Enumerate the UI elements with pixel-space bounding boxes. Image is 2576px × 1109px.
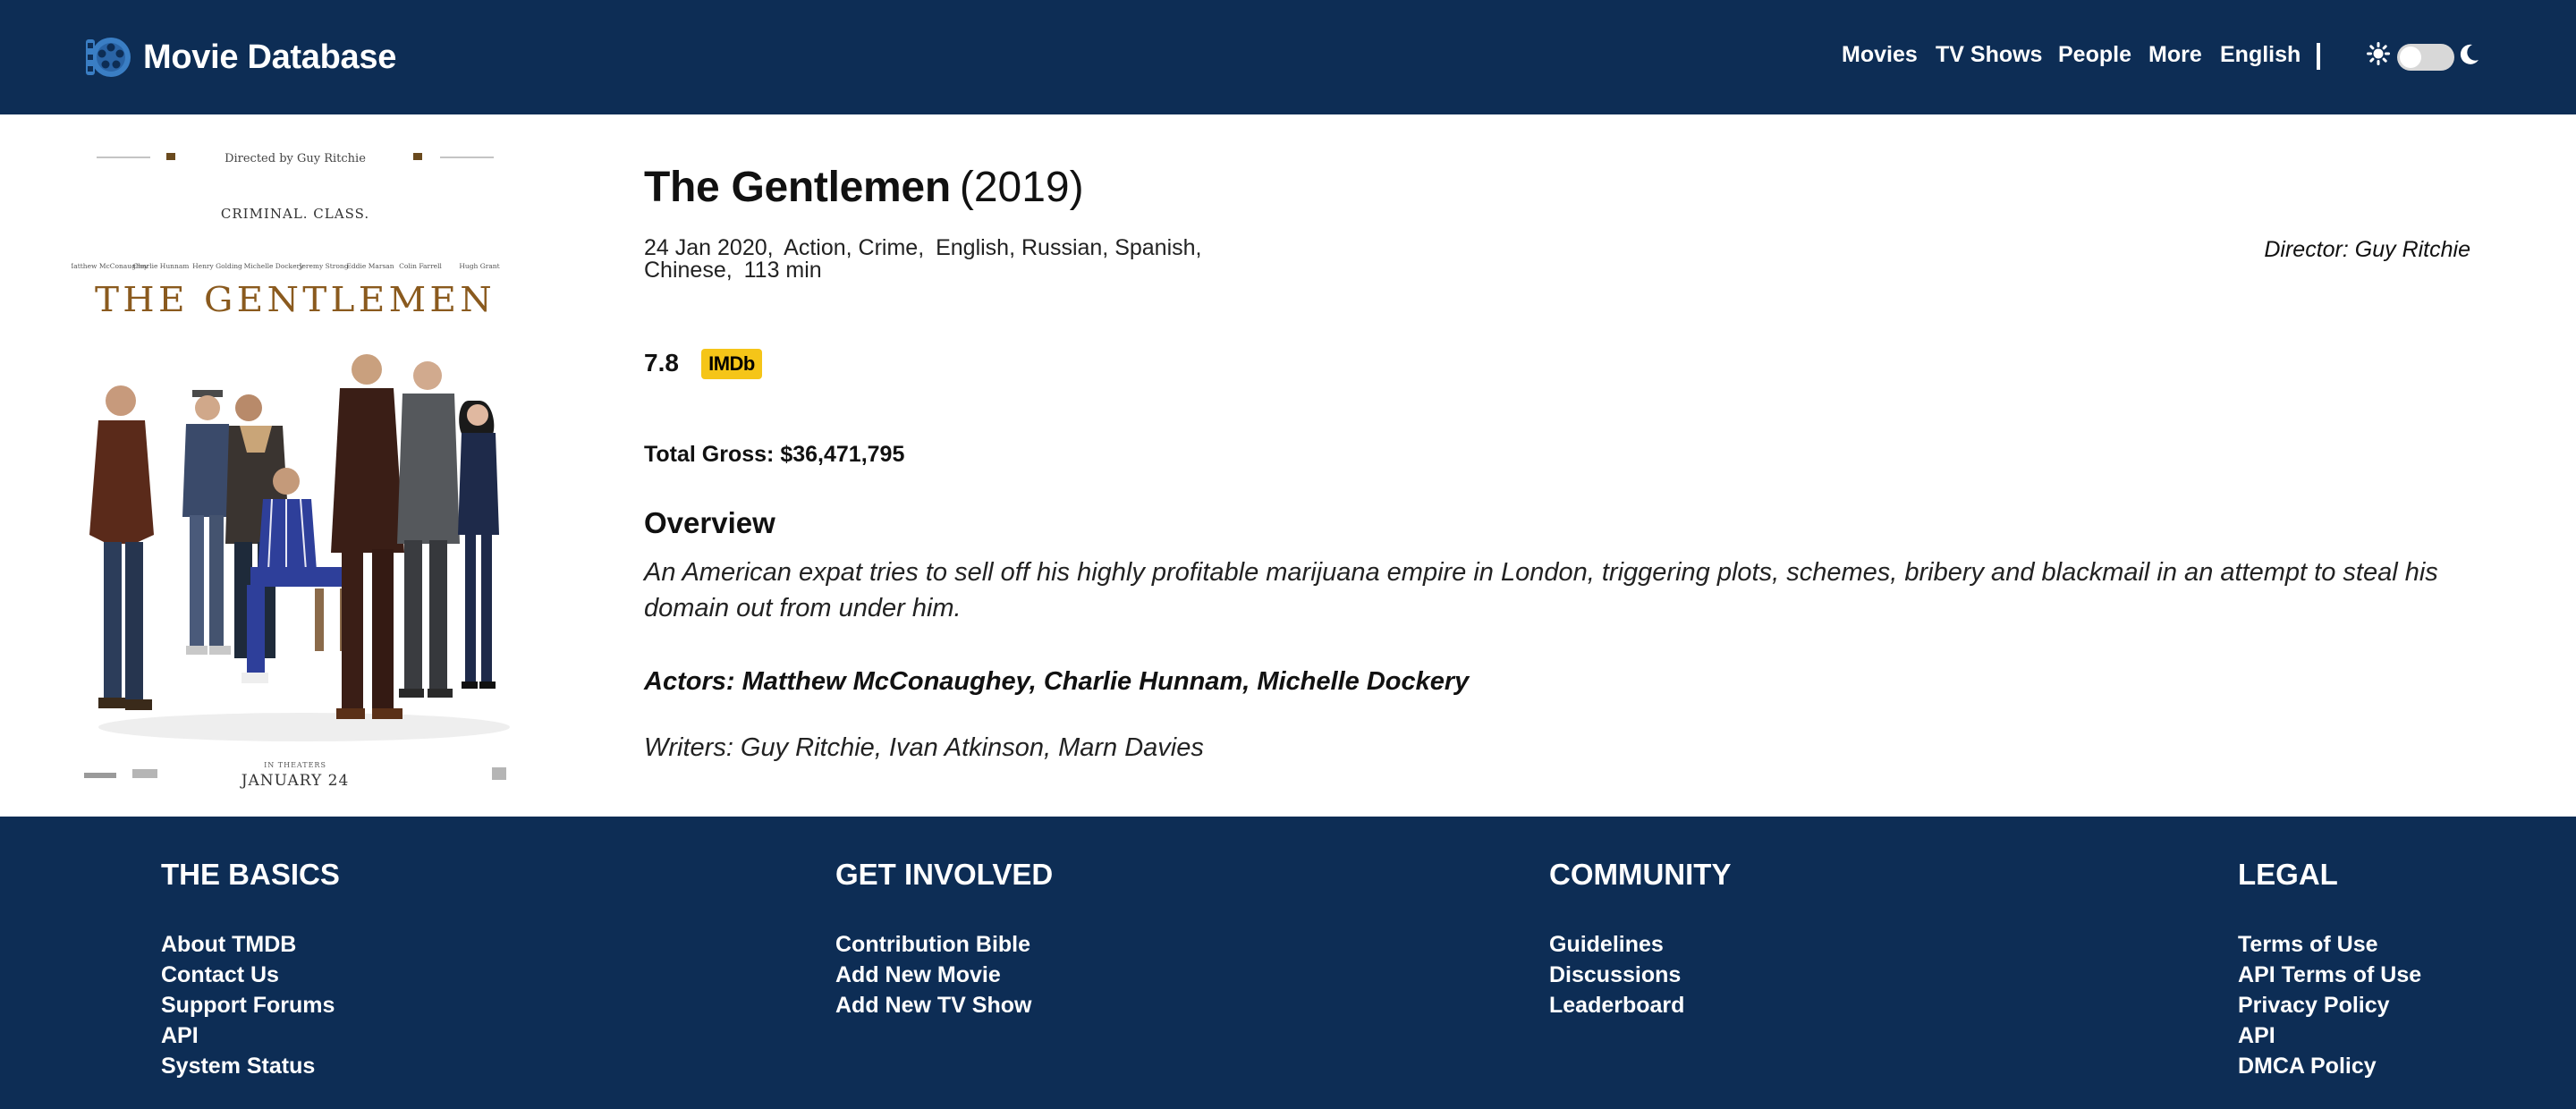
poster-release-date: JANUARY 24 xyxy=(240,772,350,790)
footer-link-dmca-policy[interactable]: DMCA Policy xyxy=(2238,1051,2421,1081)
footer-heading: THE BASICS xyxy=(161,858,340,891)
footer-link-discussions[interactable]: Discussions xyxy=(1549,960,1731,990)
writers: Writers: Guy Ritchie, Ivan Atkinson, Mar… xyxy=(644,733,1204,762)
footer-column-get-involved: GET INVOLVED Contribution Bible Add New … xyxy=(835,858,1053,1020)
poster-artwork: Directed by Guy Ritchie CRIMINAL. CLASS.… xyxy=(72,141,519,792)
theme-toggle[interactable] xyxy=(2397,44,2454,71)
site-footer: THE BASICS About TMDB Contact Us Support… xyxy=(0,817,2576,1109)
top-navigation-bar: Movie Database Movies TV Shows People Mo… xyxy=(0,0,2576,114)
poster-cast-name: Michelle Dockery xyxy=(244,262,304,270)
footer-link-support-forums[interactable]: Support Forums xyxy=(161,990,340,1020)
movie-poster: Directed by Guy Ritchie CRIMINAL. CLASS.… xyxy=(72,141,519,792)
footer-column-the-basics: THE BASICS About TMDB Contact Us Support… xyxy=(161,858,340,1081)
poster-cast-name: Hugh Grant xyxy=(459,262,499,270)
poster-title: THE GENTLEMEN xyxy=(95,280,496,319)
movie-title: The Gentlemen xyxy=(644,164,951,211)
nav-more[interactable]: More xyxy=(2148,42,2202,68)
footer-link-api[interactable]: API xyxy=(161,1020,340,1051)
brand-home-link[interactable]: Movie Database xyxy=(84,34,396,80)
poster-directed-by: Directed by Guy Ritchie xyxy=(225,152,366,165)
footer-link-guidelines[interactable]: Guidelines xyxy=(1549,929,1731,960)
director: Director: Guy Ritchie xyxy=(2264,237,2470,262)
runtime: 113 min xyxy=(743,258,822,283)
poster-cast-name: Charlie Hunnam xyxy=(133,262,190,270)
film-reel-icon xyxy=(86,38,131,77)
poster-cast-name: Jeremy Strong xyxy=(298,262,348,270)
nav-language[interactable]: English xyxy=(2220,42,2301,68)
footer-link-about[interactable]: About TMDB xyxy=(161,929,340,960)
movie-year: (2019) xyxy=(959,164,1084,211)
footer-heading: GET INVOLVED xyxy=(835,858,1054,891)
footer-heading: LEGAL xyxy=(2238,858,2338,891)
footer-link-system-status[interactable]: System Status xyxy=(161,1051,340,1081)
movie-title-row: The Gentlemen (2019) xyxy=(644,163,1084,212)
release-date: 24 Jan 2020, xyxy=(644,235,774,260)
footer-link-api[interactable]: API xyxy=(2238,1020,2421,1051)
nav-separator xyxy=(2317,43,2320,70)
actors: Actors: Matthew McConaughey, Charlie Hun… xyxy=(644,667,1470,696)
footer-heading: COMMUNITY xyxy=(1549,858,1732,891)
poster-cast-name: Eddie Marsan xyxy=(346,262,394,270)
footer-link-contribution-bible[interactable]: Contribution Bible xyxy=(835,929,1053,960)
overview-heading: Overview xyxy=(644,506,775,539)
sun-icon xyxy=(2367,42,2390,65)
poster-in-theaters: IN THEATERS xyxy=(264,761,326,769)
footer-link-api-terms-of-use[interactable]: API Terms of Use xyxy=(2238,960,2421,990)
poster-cast-name: Henry Golding xyxy=(192,262,242,270)
movie-meta: 24 Jan 2020, Action, Crime, English, Rus… xyxy=(644,237,1216,282)
total-gross: Total Gross: $36,471,795 xyxy=(644,442,905,467)
footer-link-privacy-policy[interactable]: Privacy Policy xyxy=(2238,990,2421,1020)
nav-movies[interactable]: Movies xyxy=(1842,42,1918,68)
moon-icon xyxy=(2460,44,2479,64)
footer-link-add-new-tv-show[interactable]: Add New TV Show xyxy=(835,990,1053,1020)
nav-tv-shows[interactable]: TV Shows xyxy=(1936,42,2042,68)
footer-link-leaderboard[interactable]: Leaderboard xyxy=(1549,990,1731,1020)
footer-column-legal: LEGAL Terms of Use API Terms of Use Priv… xyxy=(2238,858,2421,1081)
poster-cast-name: Colin Farrell xyxy=(399,262,442,270)
imdb-badge[interactable]: IMDb xyxy=(701,349,762,379)
brand-name: Movie Database xyxy=(143,38,397,76)
theme-toggle-knob xyxy=(2400,47,2421,68)
nav-people[interactable]: People xyxy=(2058,42,2131,68)
poster-tagline: CRIMINAL. CLASS. xyxy=(221,206,369,222)
footer-link-add-new-movie[interactable]: Add New Movie xyxy=(835,960,1053,990)
footer-link-contact[interactable]: Contact Us xyxy=(161,960,340,990)
genres: Action, Crime, xyxy=(784,235,925,260)
overview-text: An American expat tries to sell off his … xyxy=(644,558,2438,622)
footer-column-community: COMMUNITY Guidelines Discussions Leaderb… xyxy=(1549,858,1731,1020)
rating-value: 7.8 xyxy=(644,349,679,377)
footer-link-terms-of-use[interactable]: Terms of Use xyxy=(2238,929,2421,960)
